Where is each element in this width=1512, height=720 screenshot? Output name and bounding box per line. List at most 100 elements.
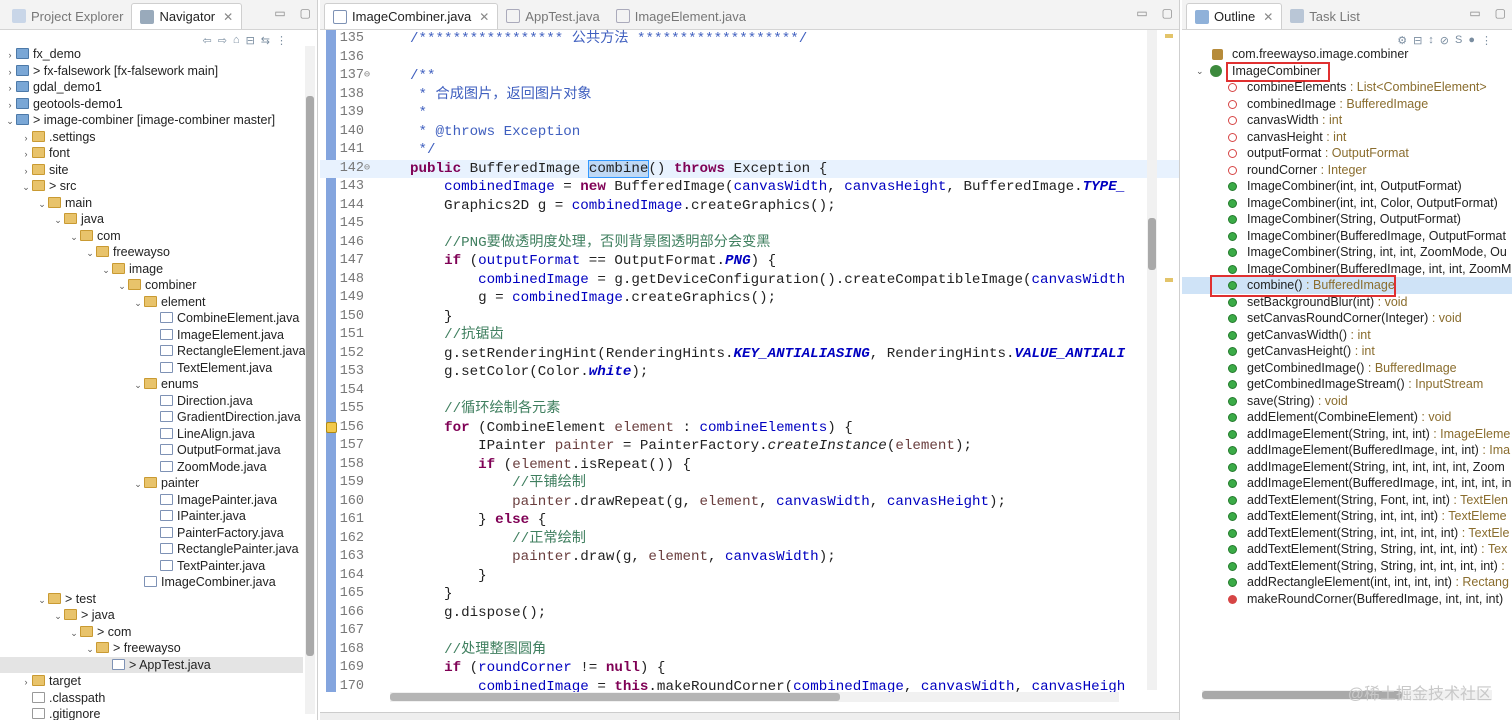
tab-apptest-java[interactable]: AppTest.java: [498, 3, 607, 29]
tab-navigator[interactable]: Navigator ✕: [131, 3, 243, 29]
tree-file[interactable]: LineAlign.java: [0, 426, 303, 443]
tree-file[interactable]: GradientDirection.java: [0, 409, 303, 426]
code-line[interactable]: 153 g.setColor(Color.white);: [320, 363, 1179, 382]
code-line[interactable]: 135 /***************** 公共方法 *************…: [320, 30, 1179, 49]
outline-member[interactable]: addTextElement(String, int, int, int) : …: [1182, 508, 1512, 525]
collapse-arrow-icon[interactable]: ›: [20, 146, 32, 163]
hide-static-icon[interactable]: S: [1455, 34, 1462, 46]
tree-file[interactable]: Direction.java: [0, 393, 303, 410]
collapse-arrow-icon[interactable]: ›: [4, 80, 16, 97]
tree-file[interactable]: TextElement.java: [0, 360, 303, 377]
expand-arrow-icon[interactable]: ⌄: [132, 476, 144, 493]
tree-file[interactable]: ImageElement.java: [0, 327, 303, 344]
tree-file[interactable]: ImageCombiner.java: [0, 574, 303, 591]
tree-folder[interactable]: › site: [0, 162, 303, 179]
tree-file[interactable]: > AppTest.java: [0, 656, 303, 673]
tree-folder[interactable]: ⌄ enums: [0, 376, 303, 393]
outline-member[interactable]: addElement(CombineElement) : void: [1182, 409, 1512, 426]
code-line[interactable]: 156 for (CombineElement element : combin…: [320, 419, 1179, 438]
expand-arrow-icon[interactable]: ⌄: [68, 625, 80, 642]
code-line[interactable]: 151 //抗锯齿: [320, 326, 1179, 345]
maximize-icon[interactable]: ▢: [300, 6, 311, 20]
expand-arrow-icon[interactable]: ⌄: [68, 229, 80, 246]
sort-icon[interactable]: ↕: [1428, 34, 1434, 46]
code-line[interactable]: 161 } else {: [320, 511, 1179, 530]
outline-member[interactable]: ImageCombiner(String, OutputFormat): [1182, 211, 1512, 228]
navigator-scrollbar[interactable]: [305, 46, 315, 714]
scrollbar-thumb[interactable]: [390, 693, 840, 701]
outline-member[interactable]: makeRoundCorner(BufferedImage, int, int,…: [1182, 591, 1512, 608]
outline-member[interactable]: ImageCombiner(int, int, OutputFormat): [1182, 178, 1512, 195]
tab-imagecombiner-java[interactable]: ImageCombiner.java ✕: [324, 3, 499, 29]
code-line[interactable]: 166 g.dispose();: [320, 604, 1179, 623]
collapse-arrow-icon[interactable]: ›: [20, 130, 32, 147]
outline-member[interactable]: getCombinedImageStream() : InputStream: [1182, 376, 1512, 393]
minimize-icon[interactable]: ▭: [274, 6, 285, 20]
code-line[interactable]: 143 combinedImage = new BufferedImage(ca…: [320, 178, 1179, 197]
tree-file[interactable]: PainterFactory.java: [0, 525, 303, 542]
tree-folder[interactable]: › target: [0, 673, 303, 690]
collapse-arrow-icon[interactable]: ›: [20, 674, 32, 691]
expand-arrow-icon[interactable]: ⌄: [52, 212, 64, 229]
code-line[interactable]: 152 g.setRenderingHint(RenderingHints.KE…: [320, 345, 1179, 364]
collapse-arrow-icon[interactable]: ›: [4, 64, 16, 81]
tab-imageelement-java[interactable]: ImageElement.java: [608, 3, 754, 29]
code-line[interactable]: 141 */: [320, 141, 1179, 160]
close-icon[interactable]: ✕: [479, 10, 489, 24]
tree-file[interactable]: ZoomMode.java: [0, 459, 303, 476]
tree-file[interactable]: IPainter.java: [0, 508, 303, 525]
scrollbar-thumb[interactable]: [1148, 218, 1156, 270]
outline-member[interactable]: outputFormat : OutputFormat: [1182, 145, 1512, 162]
home-icon[interactable]: ⌂: [233, 34, 240, 46]
code-line[interactable]: 158 if (element.isRepeat()) {: [320, 456, 1179, 475]
expand-arrow-icon[interactable]: ⌄: [1196, 63, 1204, 80]
hide-nonpublic-icon[interactable]: ●: [1468, 34, 1475, 46]
tree-file[interactable]: RectangleElement.java: [0, 343, 306, 360]
hide-fields-icon[interactable]: ⊘: [1440, 34, 1449, 47]
tree-folder[interactable]: ⌄ > src: [0, 178, 303, 195]
forward-icon[interactable]: ⇨: [218, 34, 227, 47]
expand-arrow-icon[interactable]: ⌄: [36, 196, 48, 213]
code-line[interactable]: 138 * 合成图片，返回图片对象: [320, 86, 1179, 105]
view-menu-icon[interactable]: ⋮: [276, 34, 287, 47]
code-line[interactable]: 149 g = combinedImage.createGraphics();: [320, 289, 1179, 308]
tree-folder[interactable]: ⌄ > com: [0, 624, 303, 641]
warning-marker-icon[interactable]: [326, 421, 337, 433]
expand-arrow-icon[interactable]: ⌄: [132, 295, 144, 312]
outline-member[interactable]: setCanvasRoundCorner(Integer) : void: [1182, 310, 1512, 327]
expand-arrow-icon[interactable]: ⌄: [20, 179, 32, 196]
code-line[interactable]: 154: [320, 382, 1179, 401]
tree-folder[interactable]: ⌄ > test: [0, 591, 303, 608]
outline-member[interactable]: addRectangleElement(int, int, int, int) …: [1182, 574, 1512, 591]
tree-folder[interactable]: › font: [0, 145, 303, 162]
expand-arrow-icon[interactable]: ⌄: [4, 113, 16, 130]
tree-folder[interactable]: ⌄ element: [0, 294, 303, 311]
outline-member[interactable]: combineElements : List<CombineElement>: [1182, 79, 1512, 96]
expand-arrow-icon[interactable]: ⌄: [36, 592, 48, 609]
focus-icon[interactable]: ⚙: [1397, 34, 1407, 47]
code-line[interactable]: 147 if (outputFormat == OutputFormat.PNG…: [320, 252, 1179, 271]
tree-folder[interactable]: ⌄ com: [0, 228, 303, 245]
code-area[interactable]: 135 /***************** 公共方法 *************…: [320, 30, 1179, 720]
tree-folder[interactable]: ⌄ image: [0, 261, 303, 278]
tree-file[interactable]: ImagePainter.java: [0, 492, 303, 509]
code-line[interactable]: 142 ⊖ public BufferedImage combine() throw…: [320, 159, 1179, 178]
code-line[interactable]: 137 ⊖ /**: [320, 67, 1179, 86]
tree-folder[interactable]: › gdal_demo1: [0, 79, 303, 96]
tree-file[interactable]: RectanglePainter.java: [0, 541, 303, 558]
code-line[interactable]: 159 //平铺绘制: [320, 474, 1179, 493]
tree-folder[interactable]: ⌄ painter: [0, 475, 303, 492]
minimize-icon[interactable]: ▭: [1136, 6, 1147, 20]
code-line[interactable]: 136: [320, 49, 1179, 68]
link-editor-icon[interactable]: ⇆: [261, 34, 270, 47]
minimize-icon[interactable]: ▭: [1469, 6, 1480, 20]
expand-arrow-icon[interactable]: ⌄: [52, 608, 64, 625]
code-line[interactable]: 146 //PNG要做透明度处理，否则背景图透明部分会变黑: [320, 234, 1179, 253]
tree-folder[interactable]: › > fx-falsework [fx-falsework main]: [0, 63, 303, 80]
tree-file[interactable]: TextPainter.java: [0, 558, 303, 575]
fold-icon[interactable]: ⊖: [364, 67, 370, 86]
outline-member[interactable]: save(String) : void: [1182, 393, 1512, 410]
code-line[interactable]: 163 painter.draw(g, element, canvasWidth…: [320, 548, 1179, 567]
tree-file[interactable]: OutputFormat.java: [0, 442, 303, 459]
outline-member[interactable]: addTextElement(String, String, int, int,…: [1182, 558, 1512, 575]
